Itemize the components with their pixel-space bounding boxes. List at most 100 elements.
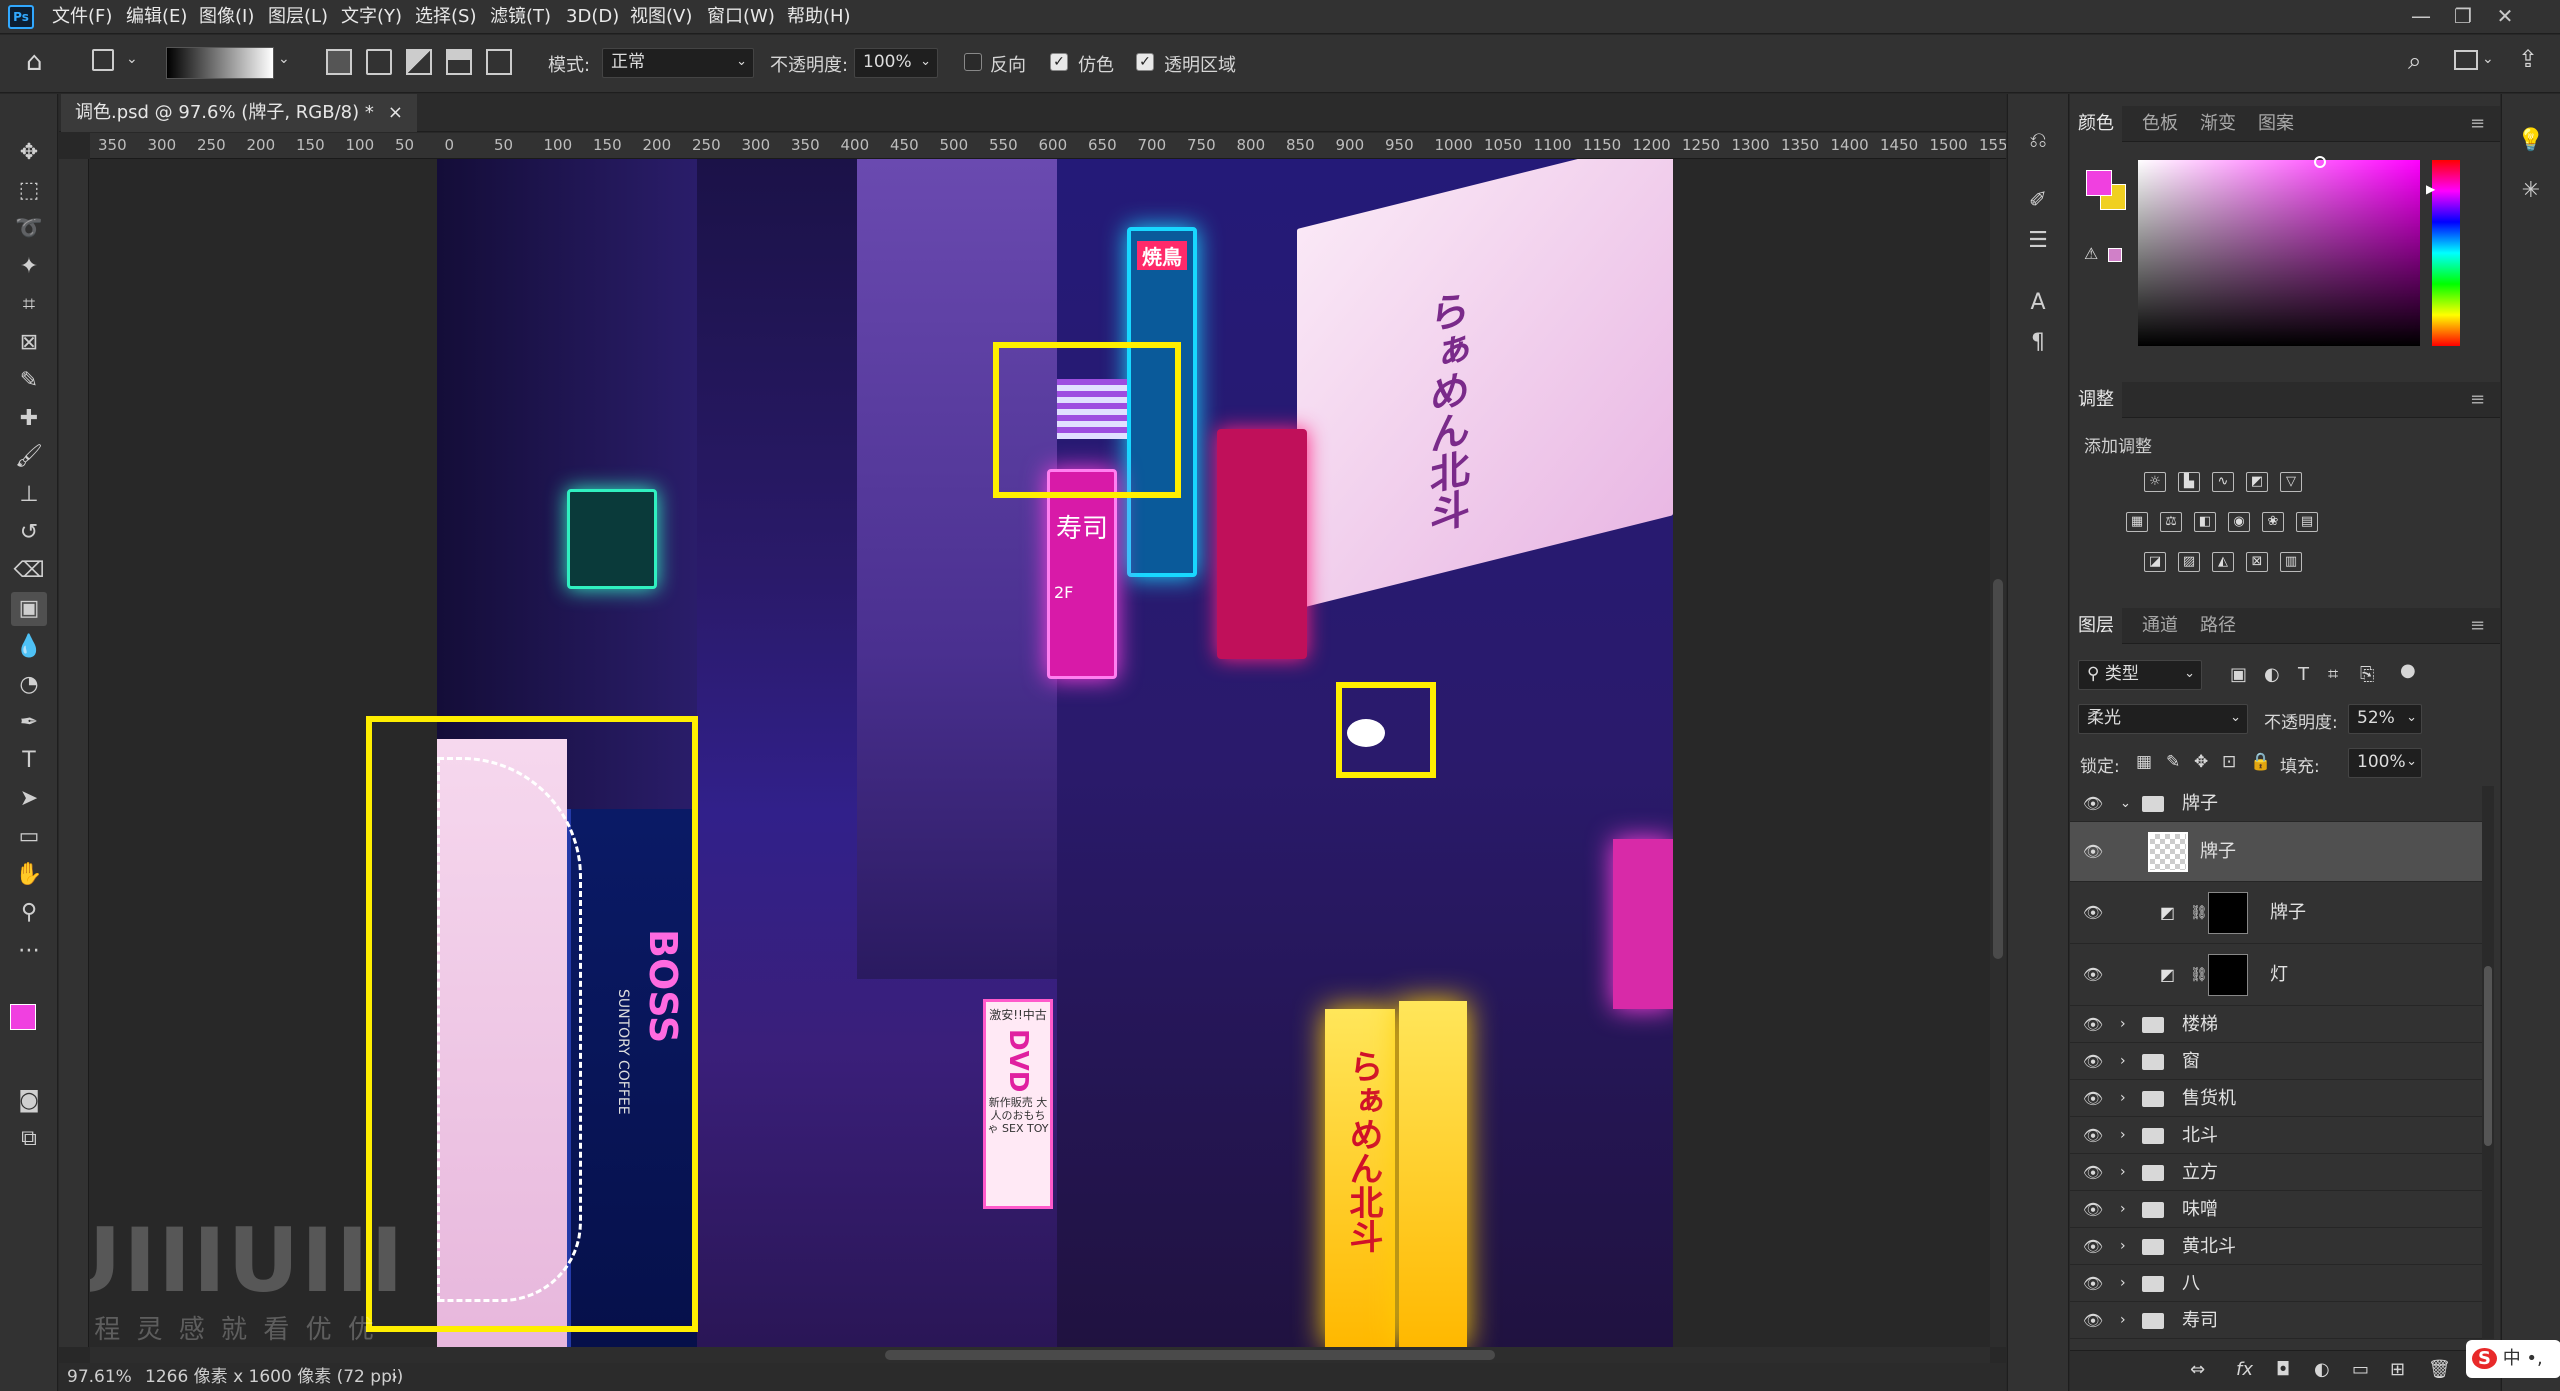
layer-row-group[interactable]: 👁 › 寿司 bbox=[2070, 1302, 2490, 1339]
menu-layer[interactable]: 图层(L) bbox=[268, 0, 328, 34]
filter-pixel-icon[interactable]: ▣ bbox=[2230, 664, 2247, 685]
mode-select[interactable]: 正常 ⌄ bbox=[602, 48, 754, 78]
transparency-checkbox[interactable]: ✓ bbox=[1136, 53, 1154, 71]
gradient-map-icon[interactable]: ▥ bbox=[2280, 552, 2302, 572]
paragraph-panel-icon[interactable]: ¶ bbox=[2020, 326, 2056, 360]
posterize-icon[interactable]: ▨ bbox=[2178, 552, 2200, 572]
workspace-chevron-icon[interactable]: ⌄ bbox=[2482, 51, 2494, 67]
character-panel-icon[interactable]: A bbox=[2020, 286, 2056, 320]
canvas-area[interactable]: 焼鳥 寿司 2F らぁめん北斗 BOSS SUNTORY COFFEE 激安!!… bbox=[90, 159, 1990, 1347]
hand-tool-icon[interactable]: ✋ bbox=[11, 858, 47, 892]
lock-pixels-icon[interactable]: ✎ bbox=[2166, 752, 2180, 772]
eye-icon[interactable]: 👁 bbox=[2082, 944, 2104, 1006]
layer-row-group[interactable]: 👁 › 味噌 bbox=[2070, 1191, 2490, 1228]
quick-mask-icon[interactable]: ◙ bbox=[11, 1084, 47, 1118]
chevron-right-icon[interactable]: › bbox=[2120, 1265, 2126, 1302]
eye-icon[interactable]: 👁 bbox=[2082, 1043, 2104, 1080]
photoshop-logo-icon[interactable]: Ps bbox=[8, 5, 34, 29]
tab-channels[interactable]: 通道 bbox=[2142, 608, 2178, 644]
eye-icon[interactable]: 👁 bbox=[2082, 1006, 2104, 1043]
learn-lightbulb-icon[interactable]: 💡 bbox=[2513, 124, 2549, 158]
chevron-right-icon[interactable]: › bbox=[2120, 1228, 2126, 1265]
layer-row-group[interactable]: 👁 › 立方 bbox=[2070, 1154, 2490, 1191]
eye-icon[interactable]: 👁 bbox=[2082, 882, 2104, 944]
fill-input[interactable]: 100% ⌄ bbox=[2348, 748, 2422, 778]
linear-gradient-icon[interactable] bbox=[326, 49, 352, 75]
layer-filter-select[interactable]: ⚲ 类型 ⌄ bbox=[2078, 660, 2202, 690]
chevron-down-icon[interactable]: ⌄ bbox=[126, 51, 138, 67]
ime-toolbar[interactable]: S 中 •, bbox=[2466, 1340, 2560, 1378]
exposure-icon[interactable]: ◩ bbox=[2246, 472, 2268, 492]
layer-row-adjust[interactable]: 👁 ◩ ⛓ 牌子 bbox=[2070, 882, 2490, 944]
vibrance-icon[interactable]: ▽ bbox=[2280, 472, 2302, 492]
filter-type-icon[interactable]: T bbox=[2298, 664, 2309, 685]
zoom-level[interactable]: 97.61% bbox=[67, 1363, 132, 1391]
reflected-gradient-icon[interactable] bbox=[446, 49, 472, 75]
layer-row-group[interactable]: 👁 › 窗 bbox=[2070, 1043, 2490, 1080]
close-tab-icon[interactable]: × bbox=[388, 102, 403, 123]
new-layer-icon[interactable]: ⊞ bbox=[2390, 1359, 2405, 1380]
chevron-right-icon[interactable]: › bbox=[2120, 1006, 2126, 1043]
color-picker-field[interactable] bbox=[2138, 156, 2420, 346]
blur-tool-icon[interactable]: 💧 bbox=[11, 630, 47, 664]
ruler-horizontal[interactable]: 350 300 250 200 150 100 50 0 50 100 150 200 250 300 35… bbox=[90, 133, 2006, 159]
reverse-checkbox[interactable] bbox=[964, 53, 982, 71]
layer-row-group[interactable]: 👁 › 八 bbox=[2070, 1265, 2490, 1302]
more-tools-icon[interactable]: ⋯ bbox=[11, 934, 47, 968]
layers-scroll-thumb[interactable] bbox=[2484, 966, 2492, 1146]
horizontal-scrollbar[interactable] bbox=[90, 1347, 1990, 1363]
brush-settings-icon[interactable]: ✐ bbox=[2020, 184, 2056, 218]
gradient-preview[interactable] bbox=[166, 47, 274, 79]
menu-window[interactable]: 窗口(W) bbox=[707, 0, 775, 34]
horizontal-scroll-thumb[interactable] bbox=[885, 1350, 1495, 1360]
eraser-tool-icon[interactable]: ⌫ bbox=[11, 554, 47, 588]
angle-gradient-icon[interactable] bbox=[406, 49, 432, 75]
eyedropper-tool-icon[interactable]: ✎ bbox=[11, 364, 47, 398]
layer-opacity-input[interactable]: 52% ⌄ bbox=[2348, 704, 2422, 734]
black-white-icon[interactable]: ◧ bbox=[2194, 512, 2216, 532]
chevron-right-icon[interactable]: › bbox=[2120, 1191, 2126, 1228]
frame-tool-icon[interactable]: ⊠ bbox=[11, 326, 47, 360]
gradient-picker-chevron-icon[interactable]: ⌄ bbox=[278, 51, 290, 67]
chevron-right-icon[interactable]: › bbox=[2120, 1117, 2126, 1154]
panel-menu-icon[interactable]: ≡ bbox=[2470, 608, 2485, 644]
eye-icon[interactable]: 👁 bbox=[2082, 786, 2104, 822]
delete-layer-icon[interactable]: 🗑 bbox=[2428, 1359, 2451, 1380]
curves-icon[interactable]: ∿ bbox=[2212, 472, 2234, 492]
hue-slider-marker-icon[interactable]: ▶ bbox=[2426, 182, 2435, 196]
color-balance-icon[interactable]: ⚖ bbox=[2160, 512, 2182, 532]
photo-filter-icon[interactable]: ◉ bbox=[2228, 512, 2250, 532]
path-selection-tool-icon[interactable]: ➤ bbox=[11, 782, 47, 816]
filter-toggle-icon[interactable]: ● bbox=[2400, 660, 2416, 681]
lasso-tool-icon[interactable]: ➰ bbox=[11, 212, 47, 246]
workspace-icon[interactable] bbox=[2454, 50, 2478, 70]
threshold-icon[interactable]: ◭ bbox=[2212, 552, 2234, 572]
dodge-tool-icon[interactable]: ◔ bbox=[11, 668, 47, 702]
vertical-scrollbar[interactable] bbox=[1990, 159, 2006, 1347]
color-picker-cursor[interactable] bbox=[2314, 156, 2326, 168]
type-tool-icon[interactable]: T bbox=[11, 744, 47, 778]
filter-adjust-icon[interactable]: ◐ bbox=[2264, 664, 2280, 685]
clone-stamp-tool-icon[interactable]: ⊥ bbox=[11, 478, 47, 512]
opacity-input[interactable]: 100% ⌄ bbox=[854, 48, 938, 78]
chevron-right-icon[interactable]: › bbox=[2120, 1302, 2126, 1339]
link-layers-icon[interactable]: ⇔ bbox=[2190, 1359, 2205, 1380]
crop-tool-icon[interactable]: ⌗ bbox=[11, 288, 47, 322]
magic-wand-tool-icon[interactable]: ✦ bbox=[11, 250, 47, 284]
eye-icon[interactable]: 👁 bbox=[2082, 1191, 2104, 1228]
radial-gradient-icon[interactable] bbox=[366, 49, 392, 75]
lock-artboard-icon[interactable]: ⊡ bbox=[2222, 752, 2236, 772]
diamond-gradient-icon[interactable] bbox=[486, 49, 512, 75]
gamut-color-swatch[interactable] bbox=[2108, 248, 2122, 262]
zoom-tool-icon[interactable]: ⚲ bbox=[11, 896, 47, 930]
gamut-warning-icon[interactable]: ⚠ bbox=[2084, 244, 2098, 263]
tab-gradients[interactable]: 渐变 bbox=[2200, 106, 2236, 142]
tab-adjustments[interactable]: 调整 bbox=[2070, 382, 2122, 418]
chevron-down-icon[interactable]: ⌄ bbox=[2120, 786, 2131, 822]
fx-icon[interactable]: fx bbox=[2236, 1359, 2253, 1380]
pen-tool-icon[interactable]: ✒ bbox=[11, 706, 47, 740]
lock-transparent-icon[interactable]: ▦ bbox=[2136, 752, 2152, 772]
panel-menu-icon[interactable]: ≡ bbox=[2470, 382, 2485, 418]
menu-file[interactable]: 文件(F) bbox=[52, 0, 112, 34]
chevron-right-icon[interactable]: › bbox=[2120, 1154, 2126, 1191]
